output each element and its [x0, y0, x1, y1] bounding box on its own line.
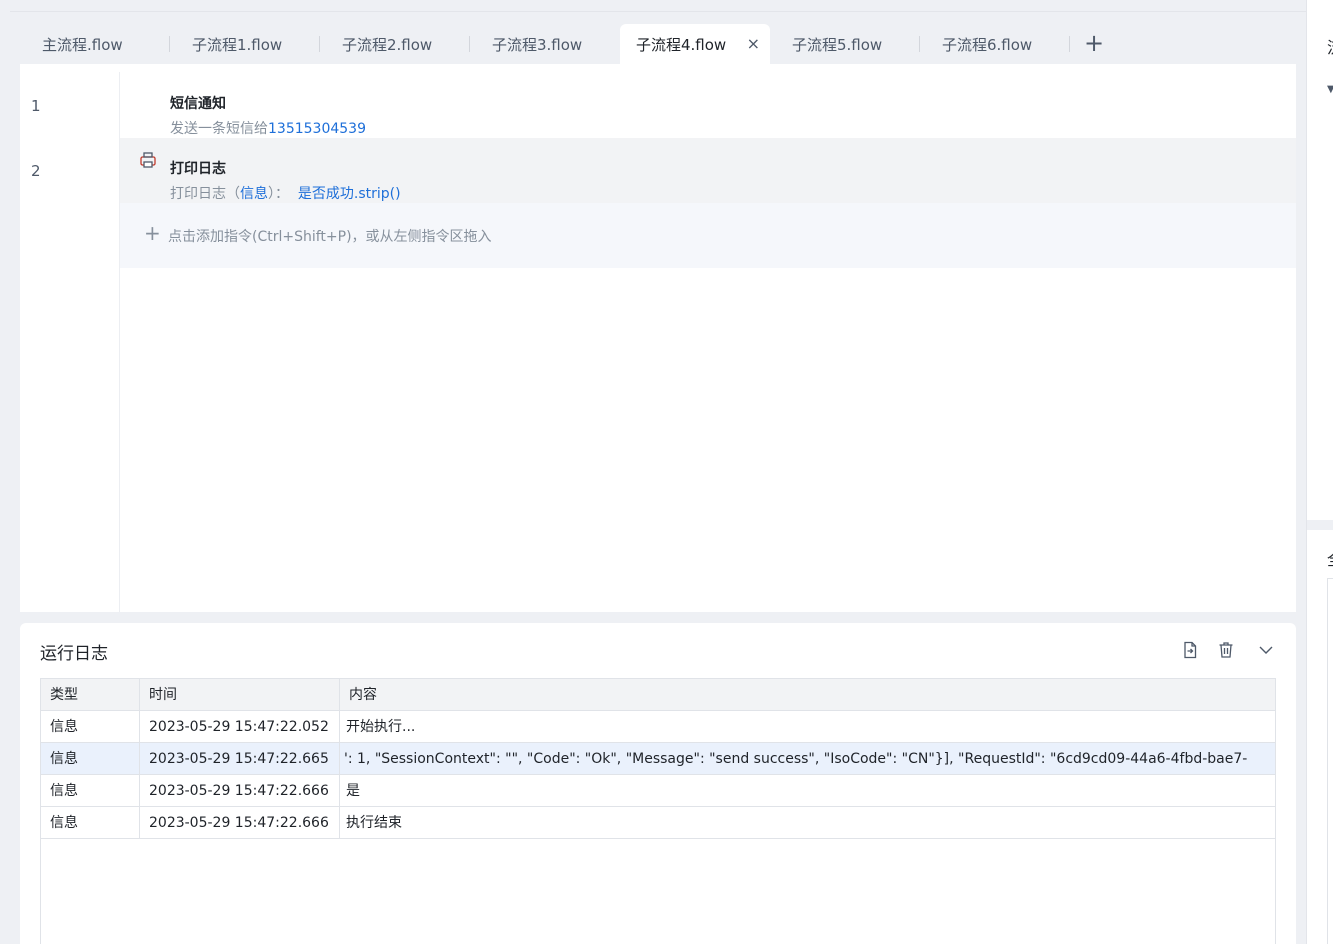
line-number: 2 — [31, 162, 41, 180]
desc-text: 发送一条短信给 — [170, 121, 268, 137]
tab-subflow-5[interactable]: 子流程5.flow — [770, 24, 920, 64]
cell-content: 是 — [346, 783, 360, 799]
step-title: 短信通知 — [170, 96, 226, 112]
cell-type: 信息 — [41, 711, 140, 743]
plus-icon: + — [144, 221, 161, 245]
desc-text: ）： — [268, 186, 289, 202]
add-command-row[interactable]: + 点击添加指令(Ctrl+Shift+P)，或从左侧指令区拖入 — [120, 203, 1296, 268]
cell-content: 开始执行... — [346, 719, 416, 735]
desc-value: 13515304539 — [268, 121, 366, 137]
tab-subflow-3[interactable]: 子流程3.flow — [470, 24, 620, 64]
table-row[interactable]: 信息 2023-05-29 15:47:22.665 ': 1, "Sessio… — [41, 743, 1275, 775]
tab-label: 子流程5.flow — [792, 35, 883, 54]
panel-box — [1327, 578, 1333, 944]
panel-divider — [1307, 520, 1333, 530]
add-command-hint: 点击添加指令(Ctrl+Shift+P)，或从左侧指令区拖入 — [168, 229, 492, 245]
cell-time: 2023-05-29 15:47:22.666 — [140, 775, 340, 807]
chevron-down-icon[interactable] — [1256, 640, 1276, 660]
right-side-panel: 流 ▼ 全 — [1306, 0, 1333, 944]
cell-type: 信息 — [41, 775, 140, 807]
left-edge — [0, 0, 10, 944]
table-row[interactable]: 信息 2023-05-29 15:47:22.052 开始执行... — [41, 711, 1275, 743]
table-row[interactable]: 信息 2023-05-29 15:47:22.666 是 — [41, 775, 1275, 807]
tab-bar: 主流程.flow 子流程1.flow 子流程2.flow 子流程3.flow 子… — [20, 24, 1296, 64]
log-title: 运行日志 — [40, 644, 108, 664]
tab-label: 子流程3.flow — [492, 35, 583, 54]
panel-title-clipped: 流 — [1327, 34, 1333, 58]
desc-value: 是否成功.strip() — [297, 186, 401, 202]
caret-down-icon[interactable]: ▼ — [1327, 84, 1333, 95]
tab-label: 子流程2.flow — [342, 35, 433, 54]
top-bar — [10, 0, 1306, 12]
cell-type: 信息 — [41, 807, 140, 839]
run-log-panel: 运行日志 类型 时间 内容 信息 2023-05-29 15:47:22.052… — [20, 623, 1296, 944]
step-description: 发送一条短信给13515304539 — [170, 118, 366, 138]
cell-content: 执行结束 — [346, 815, 402, 831]
tab-label: 子流程4.flow — [636, 35, 727, 54]
export-icon[interactable] — [1180, 640, 1200, 660]
add-tab-icon[interactable]: + — [1080, 30, 1108, 58]
cell-time: 2023-05-29 15:47:22.665 — [140, 743, 340, 775]
line-gutter: 1 2 — [20, 72, 120, 612]
cell-time: 2023-05-29 15:47:22.052 — [140, 711, 340, 743]
desc-text: 打印日志（ — [170, 186, 240, 202]
printer-icon — [138, 150, 158, 170]
close-icon[interactable]: × — [747, 34, 760, 54]
log-table: 类型 时间 内容 信息 2023-05-29 15:47:22.052 开始执行… — [40, 678, 1276, 944]
tab-subflow-1[interactable]: 子流程1.flow — [170, 24, 320, 64]
cell-content: ': 1, "SessionContext": "", "Code": "Ok"… — [344, 751, 1248, 767]
flow-editor: 1 2 短信通知 发送一条短信给13515304539 打印日志 打印日志（信息… — [20, 64, 1296, 612]
tab-main-flow[interactable]: 主流程.flow — [20, 24, 170, 64]
step-sms-notify[interactable]: 短信通知 发送一条短信给13515304539 — [120, 73, 1296, 138]
table-row[interactable]: 信息 2023-05-29 15:47:22.666 执行结束 — [41, 807, 1275, 839]
tab-subflow-6[interactable]: 子流程6.flow — [920, 24, 1070, 64]
cell-type: 信息 — [41, 743, 140, 775]
column-header-type: 类型 — [41, 679, 140, 711]
delete-icon[interactable] — [1216, 640, 1236, 660]
column-header-time: 时间 — [140, 679, 340, 711]
tab-label: 主流程.flow — [42, 35, 123, 54]
table-header: 类型 时间 内容 — [41, 679, 1275, 711]
panel-section-clipped: 全 — [1327, 546, 1333, 570]
step-title: 打印日志 — [170, 161, 226, 177]
tab-subflow-2[interactable]: 子流程2.flow — [320, 24, 470, 64]
tab-separator — [1069, 36, 1070, 52]
tab-label: 子流程1.flow — [192, 35, 283, 54]
tab-subflow-4[interactable]: 子流程4.flow × — [620, 24, 770, 64]
desc-keyword: 信息 — [240, 186, 268, 202]
tab-label: 子流程6.flow — [942, 35, 1033, 54]
cell-time: 2023-05-29 15:47:22.666 — [140, 807, 340, 839]
column-header-content: 内容 — [349, 687, 377, 703]
line-number: 1 — [31, 97, 41, 115]
step-description: 打印日志（信息）： 是否成功.strip() — [170, 183, 401, 203]
step-print-log[interactable]: 打印日志 打印日志（信息）： 是否成功.strip() — [120, 138, 1296, 203]
